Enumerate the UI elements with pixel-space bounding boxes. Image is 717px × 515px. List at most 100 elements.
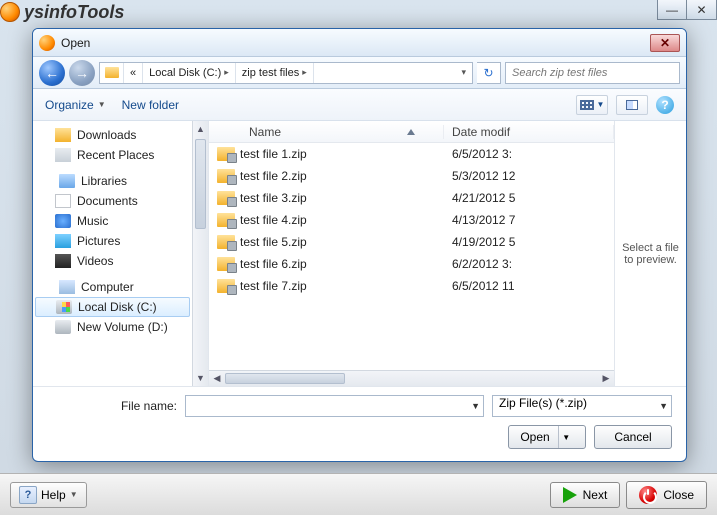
dialog-bottom: File name: ▼ Zip File(s) (*.zip)▼ Open▼ … xyxy=(33,386,686,461)
open-split-dropdown[interactable]: ▼ xyxy=(558,426,574,448)
file-list[interactable]: test file 1.zip6/5/2012 3:test file 2.zi… xyxy=(209,143,614,386)
cancel-button[interactable]: Cancel xyxy=(594,425,672,449)
music-icon xyxy=(55,214,71,228)
scroll-right-icon[interactable]: ▶ xyxy=(598,373,614,384)
nav-forward-button[interactable]: → xyxy=(69,60,95,86)
file-row[interactable]: test file 1.zip6/5/2012 3: xyxy=(209,143,614,165)
scroll-thumb[interactable] xyxy=(195,139,206,229)
column-date[interactable]: Date modif xyxy=(444,125,614,139)
breadcrumb-overflow[interactable]: « xyxy=(124,63,143,83)
file-pane: Name Date modif test file 1.zip6/5/2012 … xyxy=(209,121,614,386)
file-date: 4/19/2012 5 xyxy=(444,235,614,249)
column-name[interactable]: Name xyxy=(209,125,444,139)
dialog-close-button[interactable]: ✕ xyxy=(650,34,680,52)
filename-input[interactable]: ▼ xyxy=(185,395,484,417)
file-name: test file 3.zip xyxy=(240,191,444,205)
file-name: test file 2.zip xyxy=(240,169,444,183)
sidebar-item-downloads[interactable]: Downloads xyxy=(33,125,208,145)
nav-row: ← → « Local Disk (C:)▸ zip test files▸ ▾… xyxy=(33,57,686,89)
sidebar-item-localdisk[interactable]: Local Disk (C:) xyxy=(35,297,190,317)
preview-pane-button[interactable] xyxy=(616,95,648,115)
horizontal-scrollbar[interactable]: ◀ ▶ xyxy=(209,370,614,386)
breadcrumb-seg-1[interactable]: Local Disk (C:)▸ xyxy=(143,63,236,83)
file-row[interactable]: test file 3.zip4/21/2012 5 xyxy=(209,187,614,209)
next-button[interactable]: Next xyxy=(550,482,621,508)
file-row[interactable]: test file 6.zip6/2/2012 3: xyxy=(209,253,614,275)
organize-menu[interactable]: Organize ▼ xyxy=(45,98,106,112)
zip-file-icon xyxy=(217,213,235,227)
file-name: test file 7.zip xyxy=(240,279,444,293)
app-logo-text: ysinfoTools xyxy=(24,2,124,23)
sidebar-item-documents[interactable]: Documents xyxy=(33,191,208,211)
breadcrumb-root-icon[interactable] xyxy=(100,63,124,83)
grid-icon xyxy=(580,100,594,110)
app-logo: ysinfoTools xyxy=(0,0,124,24)
breadcrumb-dropdown[interactable]: ▾ xyxy=(455,63,472,83)
sidebar-item-newvolume[interactable]: New Volume (D:) xyxy=(33,317,208,337)
chevron-down-icon[interactable]: ▼ xyxy=(659,401,668,411)
libraries-icon xyxy=(59,174,75,188)
dialog-titlebar[interactable]: Open ✕ xyxy=(33,29,686,57)
dialog-title: Open xyxy=(61,36,90,50)
open-button[interactable]: Open▼ xyxy=(508,425,586,449)
new-folder-button[interactable]: New folder xyxy=(122,98,179,112)
dialog-icon xyxy=(39,35,55,51)
sidebar-item-music[interactable]: Music xyxy=(33,211,208,231)
chevron-down-icon: ▼ xyxy=(70,490,78,499)
downloads-icon xyxy=(55,128,71,142)
breadcrumb-seg-2[interactable]: zip test files▸ xyxy=(236,63,314,83)
zip-file-icon xyxy=(217,257,235,271)
help-menu[interactable]: Help ▼ xyxy=(10,482,87,508)
chevron-down-icon: ▼ xyxy=(98,100,106,109)
sidebar-item-videos[interactable]: Videos xyxy=(33,251,208,271)
nav-back-button[interactable]: ← xyxy=(39,60,65,86)
search-input[interactable] xyxy=(505,62,680,84)
file-date: 6/5/2012 11 xyxy=(444,279,614,293)
help-icon xyxy=(19,486,37,504)
file-name: test file 6.zip xyxy=(240,257,444,271)
file-row[interactable]: test file 5.zip4/19/2012 5 xyxy=(209,231,614,253)
column-headers: Name Date modif xyxy=(209,121,614,143)
breadcrumb[interactable]: « Local Disk (C:)▸ zip test files▸ ▾ xyxy=(99,62,473,84)
preview-pane: Select a file to preview. xyxy=(614,121,686,386)
file-date: 4/13/2012 7 xyxy=(444,213,614,227)
help-button[interactable]: ? xyxy=(656,96,674,114)
sidebar-group-libraries[interactable]: Libraries xyxy=(33,171,208,191)
toolbar: Organize ▼ New folder ▼ ? xyxy=(33,89,686,121)
scroll-down-icon[interactable]: ▼ xyxy=(193,370,208,386)
videos-icon xyxy=(55,254,71,268)
app-bottom-bar: Help ▼ Next Close xyxy=(0,473,717,515)
sidebar-item-pictures[interactable]: Pictures xyxy=(33,231,208,251)
sidebar-item-recent[interactable]: Recent Places xyxy=(33,145,208,165)
file-name: test file 4.zip xyxy=(240,213,444,227)
arrow-right-icon xyxy=(563,487,577,503)
close-button[interactable]: Close xyxy=(626,481,707,509)
filename-label: File name: xyxy=(47,399,177,413)
computer-icon xyxy=(59,280,75,294)
file-row[interactable]: test file 4.zip4/13/2012 7 xyxy=(209,209,614,231)
close-button[interactable]: ✕ xyxy=(687,0,717,20)
filetype-filter[interactable]: Zip File(s) (*.zip)▼ xyxy=(492,395,672,417)
file-name: test file 1.zip xyxy=(240,147,444,161)
chevron-down-icon[interactable]: ▼ xyxy=(471,401,480,411)
scroll-left-icon[interactable]: ◀ xyxy=(209,373,225,384)
open-dialog: Open ✕ ← → « Local Disk (C:)▸ zip test f… xyxy=(32,28,687,462)
sort-ascending-icon xyxy=(407,129,415,135)
file-date: 4/21/2012 5 xyxy=(444,191,614,205)
app-logo-orb xyxy=(0,2,20,22)
sidebar-scrollbar[interactable]: ▲ ▼ xyxy=(192,121,208,386)
file-row[interactable]: test file 2.zip5/3/2012 12 xyxy=(209,165,614,187)
view-mode-button[interactable]: ▼ xyxy=(576,95,608,115)
sidebar-group-computer[interactable]: Computer xyxy=(33,277,208,297)
scroll-up-icon[interactable]: ▲ xyxy=(193,121,208,137)
power-icon xyxy=(639,486,657,504)
zip-file-icon xyxy=(217,147,235,161)
file-date: 5/3/2012 12 xyxy=(444,169,614,183)
window-controls: — ✕ xyxy=(657,0,717,20)
refresh-button[interactable]: ↻ xyxy=(477,62,501,84)
zip-file-icon xyxy=(217,191,235,205)
zip-file-icon xyxy=(217,235,235,249)
file-row[interactable]: test file 7.zip6/5/2012 11 xyxy=(209,275,614,297)
scroll-thumb[interactable] xyxy=(225,373,345,384)
minimize-button[interactable]: — xyxy=(657,0,687,20)
